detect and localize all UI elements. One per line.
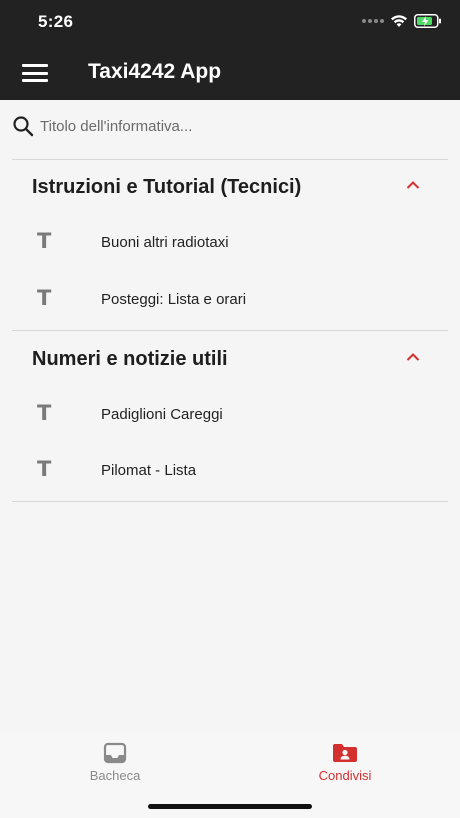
hamburger-menu-icon [22,64,48,67]
search-input[interactable] [40,117,420,135]
inbox-icon [103,742,127,764]
app-header: 5:26 Taxi4242 App [0,0,460,100]
divider [12,501,448,502]
battery-charging-icon [414,14,441,28]
wifi-icon [391,15,407,27]
tab-bacheca[interactable]: Bacheca [0,742,230,792]
home-indicator [148,804,312,809]
shared-folder-icon [333,744,357,762]
chevron-up-icon[interactable] [406,180,420,190]
divider [12,330,448,331]
section-header-istruzioni[interactable]: Istruzioni e Tutorial (Tecnici) [0,160,460,216]
search-icon [13,116,34,137]
list-item-label: Posteggi: Lista e orari [101,291,247,308]
app-title: Taxi4242 App [88,60,222,83]
text-type-icon: T [37,286,52,310]
text-type-icon: T [37,401,52,425]
tab-condivisi[interactable]: Condivisi [230,742,460,792]
list-item-posteggi[interactable]: T Posteggi: Lista e orari [0,274,460,328]
text-type-icon: T [37,229,52,253]
status-icons [362,14,442,28]
section-header-numeri[interactable]: Numeri e notizie utili [0,332,460,388]
tab-label: Condivisi [318,768,372,783]
list-item-label: Buoni altri radiotaxi [101,234,229,251]
tab-label: Bacheca [89,768,141,783]
list-item-pilomat[interactable]: T Pilomat - Lista [0,445,460,499]
status-time: 5:26 [38,12,74,31]
list-item-label: Pilomat - Lista [101,462,197,479]
menu-button[interactable] [22,62,48,84]
list-item-label: Padiglioni Careggi [101,406,223,423]
section-title: Istruzioni e Tutorial (Tecnici) [32,176,302,198]
search-bar[interactable] [12,108,448,144]
list-item-buoni[interactable]: T Buoni altri radiotaxi [0,217,460,271]
signal-icon [362,19,384,23]
list-item-padiglioni[interactable]: T Padiglioni Careggi [0,389,460,443]
text-type-icon: T [37,457,52,481]
section-title: Numeri e notizie utili [32,348,228,370]
chevron-up-icon[interactable] [406,352,420,362]
